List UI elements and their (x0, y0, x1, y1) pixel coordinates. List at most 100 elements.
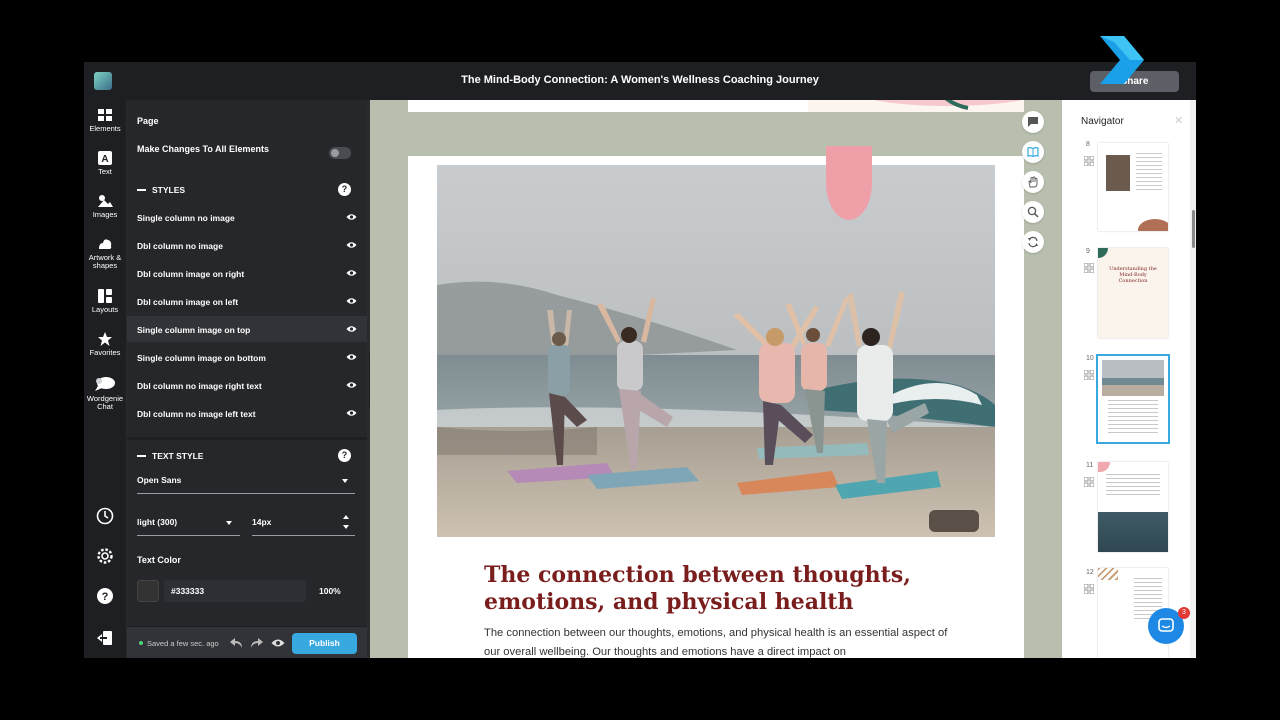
page-thumbnail-8[interactable] (1098, 143, 1168, 231)
text-color-hex-input[interactable]: #333333 (164, 580, 306, 602)
page-thumbnail-10[interactable] (1096, 354, 1170, 444)
style-option-selected[interactable]: Single column image on top (127, 316, 367, 342)
history-icon[interactable] (95, 506, 115, 526)
style-option[interactable]: Dbl column image on left (127, 288, 367, 314)
panel-page-label: Page (137, 116, 159, 126)
rail-item-wordgenie[interactable]: Wordgenie Chat (84, 376, 126, 411)
font-family-value: Open Sans (137, 475, 182, 485)
magnifier-icon (1027, 206, 1039, 218)
make-changes-label: Make Changes To All Elements (137, 144, 270, 154)
styles-help-icon[interactable]: ? (338, 183, 351, 196)
page-thumbnail-11[interactable] (1098, 462, 1168, 552)
rail-item-elements[interactable]: Elements (84, 108, 126, 133)
collapse-dash-icon (137, 455, 146, 457)
exit-icon[interactable] (95, 628, 115, 648)
section-divider (127, 437, 367, 440)
eye-icon[interactable] (346, 241, 357, 249)
navigator-scroll-thumb[interactable] (1192, 210, 1195, 248)
elements-icon (98, 109, 112, 121)
style-option[interactable]: Single column no image (127, 204, 367, 230)
rail-item-text[interactable]: A Text (84, 151, 126, 176)
beach-yoga-image (437, 165, 995, 537)
help-icon[interactable]: ? (95, 586, 115, 606)
decorative-pink-shape (826, 146, 872, 220)
font-weight-select[interactable]: light (300) (137, 512, 240, 536)
text-style-help-icon[interactable]: ? (338, 449, 351, 462)
book-view-tool[interactable] (1022, 141, 1044, 163)
eye-icon[interactable] (346, 381, 357, 389)
style-label: Single column image on top (137, 325, 251, 335)
stepper-arrows-icon[interactable] (343, 515, 349, 529)
rail-item-images[interactable]: Images (84, 194, 126, 219)
zoom-tool[interactable] (1022, 201, 1044, 223)
style-label: Dbl column no image (137, 241, 223, 251)
page-thumbnail-9[interactable]: Understanding the Mind-Body Connection (1098, 248, 1168, 338)
style-option[interactable]: Dbl column no image left text (127, 400, 367, 426)
star-icon (98, 332, 112, 346)
thumb-photo (1098, 512, 1168, 552)
brand-chevron-logo (1100, 36, 1144, 84)
style-option[interactable]: Dbl column no image right text (127, 372, 367, 398)
text-style-section-header[interactable]: TEXT STYLE ? (127, 443, 367, 469)
grid-icon[interactable] (1084, 370, 1094, 380)
rail-item-layouts[interactable]: Layouts (84, 289, 126, 314)
editor-window: The Mind-Body Connection: A Women's Well… (84, 62, 1196, 658)
rail-label: Images (92, 210, 118, 219)
gear-icon[interactable] (95, 546, 115, 566)
redo-icon[interactable] (250, 637, 263, 649)
comment-tool[interactable] (1022, 111, 1044, 133)
navigator-scrollbar[interactable] (1190, 100, 1196, 658)
close-icon[interactable]: ✕ (1174, 114, 1183, 127)
styles-section-header[interactable]: STYLES ? (127, 177, 367, 203)
thumb-shape (1098, 248, 1108, 258)
panel-footer: Saved a few sec. ago Publish (127, 626, 367, 658)
editor-canvas[interactable]: The connection between thoughts, emotion… (370, 100, 1062, 658)
pan-tool[interactable] (1022, 171, 1044, 193)
grid-icon[interactable] (1084, 263, 1094, 273)
opacity-stepper[interactable]: 100% (311, 580, 351, 602)
style-option[interactable]: Dbl column image on right (127, 260, 367, 286)
style-label: Dbl column no image right text (137, 381, 262, 391)
grid-icon[interactable] (1084, 477, 1094, 487)
page-heading[interactable]: The connection between thoughts, emotion… (484, 562, 954, 616)
collapse-dash-icon (137, 189, 146, 191)
page-10[interactable]: The connection between thoughts, emotion… (408, 146, 1024, 658)
page-body-text[interactable]: The connection between our thoughts, emo… (484, 624, 954, 658)
text-icon: A (98, 151, 112, 165)
text-color-swatch[interactable] (137, 580, 159, 602)
eye-icon[interactable] (346, 353, 357, 361)
font-size-stepper[interactable]: 14px (252, 512, 355, 536)
rail-item-artwork[interactable]: Artwork & shapes (84, 237, 126, 270)
eye-icon[interactable] (346, 269, 357, 277)
refresh-tool[interactable] (1022, 231, 1044, 253)
page-number: 8 (1086, 141, 1090, 148)
hand-icon (1028, 176, 1038, 188)
eye-icon[interactable] (346, 409, 357, 417)
layouts-icon (98, 289, 112, 303)
eye-icon[interactable] (346, 325, 357, 333)
eye-icon[interactable] (346, 297, 357, 305)
yoga-beach-photo[interactable] (437, 165, 995, 537)
rail-label: Favorites (89, 348, 121, 357)
decorative-leaf-shape (808, 100, 1024, 112)
previous-page[interactable] (408, 100, 1024, 112)
rail-item-favorites[interactable]: Favorites (84, 332, 126, 357)
make-changes-toggle[interactable] (329, 147, 351, 159)
font-family-select[interactable]: Open Sans (137, 470, 355, 494)
saved-status: Saved a few sec. ago (147, 639, 219, 648)
publish-button[interactable]: Publish (292, 633, 357, 654)
rail-label: Layouts (91, 305, 119, 314)
style-label: Dbl column image on left (137, 297, 239, 307)
eye-icon[interactable] (346, 213, 357, 221)
style-option[interactable]: Single column image on bottom (127, 344, 367, 370)
grid-icon[interactable] (1084, 156, 1094, 166)
style-option[interactable]: Dbl column no image (127, 232, 367, 258)
thumb-title: Understanding the Mind-Body Connection (1109, 266, 1157, 284)
thumb-shape (1098, 462, 1110, 472)
undo-icon[interactable] (230, 637, 243, 649)
thumb-photo (1102, 360, 1164, 396)
preview-eye-icon[interactable] (271, 638, 285, 648)
chevron-down-icon (342, 479, 348, 483)
chat-icon (95, 377, 115, 391)
grid-icon[interactable] (1084, 584, 1094, 594)
